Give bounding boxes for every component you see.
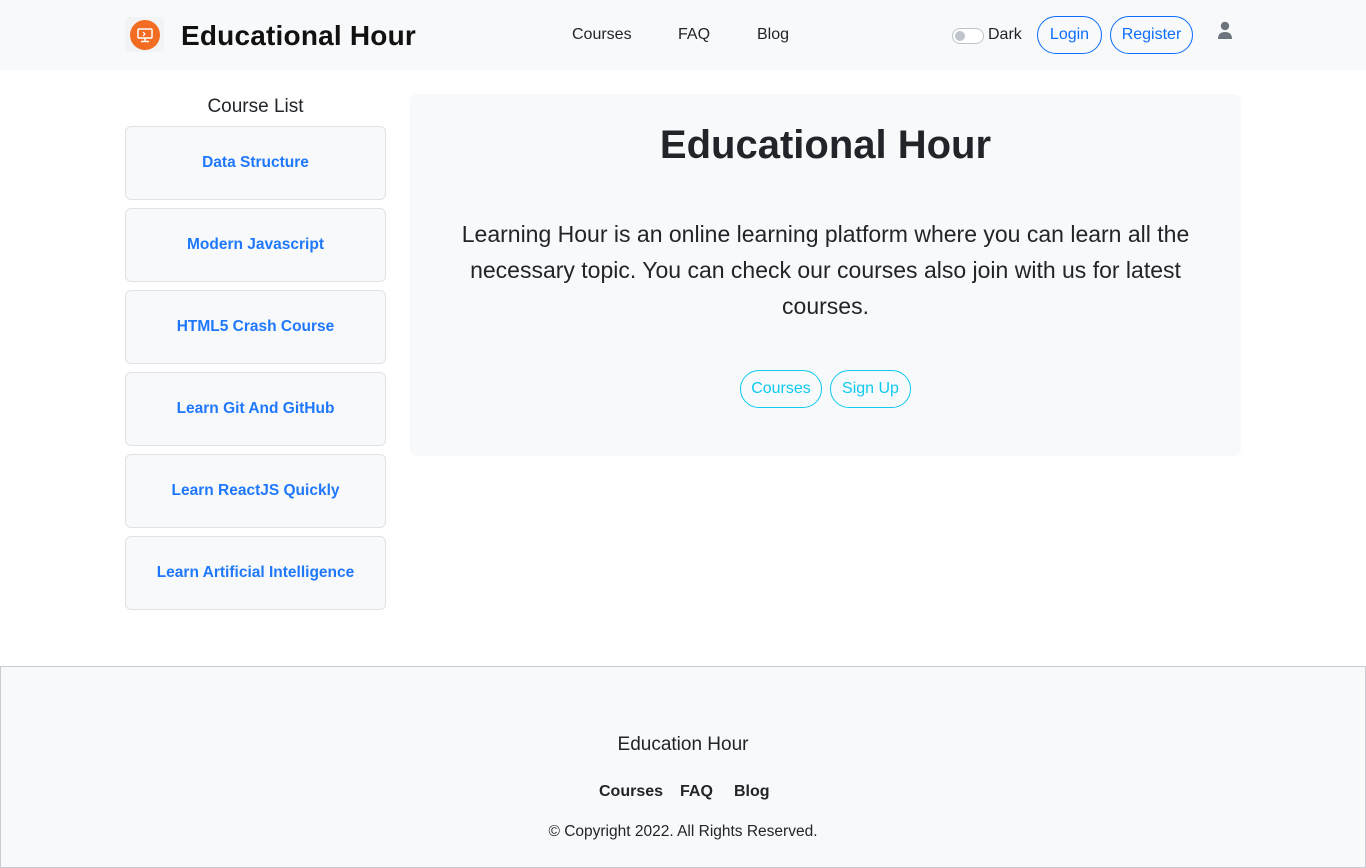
dark-mode-toggle[interactable] <box>952 28 984 44</box>
course-link[interactable]: Data Structure <box>202 154 309 172</box>
dark-mode-label[interactable]: Dark <box>988 24 1022 46</box>
navbar: Educational Hour Courses FAQ Blog Dark L… <box>0 0 1366 70</box>
hero-description: Learning Hour is an online learning plat… <box>461 221 1190 319</box>
course-card-modern-javascript[interactable]: Modern Javascript <box>125 208 386 282</box>
course-link[interactable]: Modern Javascript <box>187 236 324 254</box>
course-card-html5[interactable]: HTML5 Crash Course <box>125 290 386 364</box>
course-card-data-structure[interactable]: Data Structure <box>125 126 386 200</box>
monitor-icon <box>129 19 160 50</box>
nav-link-courses[interactable]: Courses <box>572 24 632 46</box>
hero-title: Educational Hour <box>659 123 992 167</box>
login-button[interactable]: Login <box>1037 16 1102 54</box>
course-card-reactjs[interactable]: Learn ReactJS Quickly <box>125 454 386 528</box>
course-link[interactable]: Learn Artificial Intelligence <box>157 564 355 582</box>
footer-link-blog[interactable]: Blog <box>734 782 770 802</box>
toggle-knob <box>955 31 965 41</box>
footer-link-faq[interactable]: FAQ <box>680 782 713 802</box>
footer-title: Education Hour <box>617 734 749 755</box>
footer-link-courses[interactable]: Courses <box>599 782 663 802</box>
nav-link-blog[interactable]: Blog <box>757 24 789 46</box>
brand-logo[interactable] <box>125 17 164 52</box>
course-list-title: Course List <box>207 96 304 117</box>
hero-panel: Educational Hour Learning Hour is an onl… <box>410 94 1241 456</box>
course-card-git-github[interactable]: Learn Git And GitHub <box>125 372 386 446</box>
course-link[interactable]: HTML5 Crash Course <box>177 318 335 336</box>
course-link[interactable]: Learn ReactJS Quickly <box>172 482 340 500</box>
user-icon[interactable] <box>1216 21 1234 41</box>
register-button[interactable]: Register <box>1110 16 1193 54</box>
course-card-ai[interactable]: Learn Artificial Intelligence <box>125 536 386 610</box>
footer: Education Hour Courses FAQ Blog © Copyri… <box>0 666 1366 868</box>
course-link[interactable]: Learn Git And GitHub <box>177 400 335 418</box>
hero-signup-button[interactable]: Sign Up <box>830 370 911 408</box>
hero-courses-button[interactable]: Courses <box>740 370 822 408</box>
brand-title[interactable]: Educational Hour <box>181 18 416 54</box>
nav-link-faq[interactable]: FAQ <box>678 24 710 46</box>
copyright-text: © Copyright 2022. All Rights Reserved. <box>548 823 818 840</box>
